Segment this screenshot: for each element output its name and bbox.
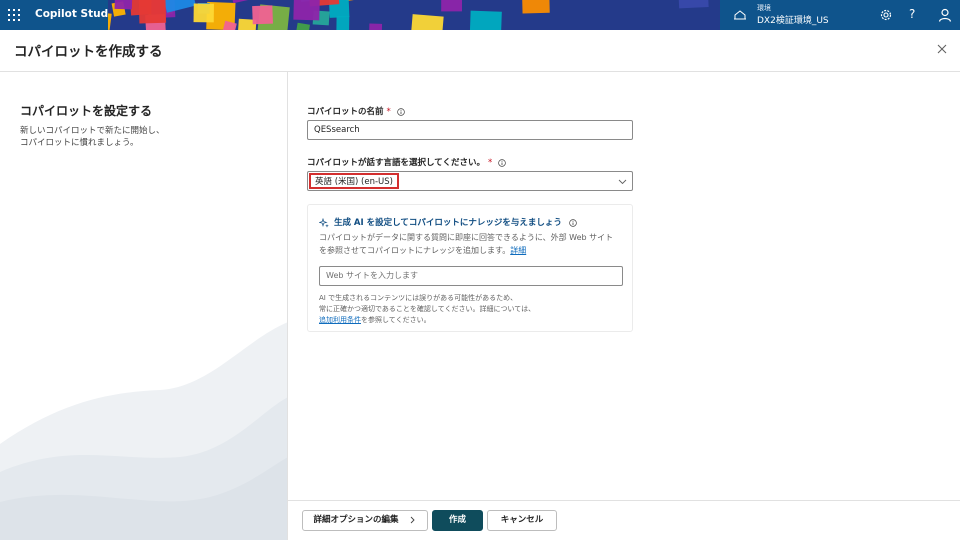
close-icon[interactable] xyxy=(935,42,949,56)
disclaimer-line: 常に正確かつ適切であることを確認してください。詳細については、 xyxy=(319,305,536,313)
name-label-row: コパイロットの名前 * xyxy=(307,105,405,117)
language-label-row: コパイロットが話す言語を選択してください。 * xyxy=(307,156,506,168)
create-button[interactable]: 作成 xyxy=(432,510,483,531)
help-icon[interactable]: ? xyxy=(909,7,915,21)
chevron-right-icon xyxy=(411,516,416,523)
disclaimer-line: AI で生成されるコンテンツには誤りがある可能性があるため、 xyxy=(319,294,518,302)
cancel-button[interactable]: キャンセル xyxy=(487,510,557,531)
language-select[interactable]: 英語 (米国) (en-US) xyxy=(307,171,633,191)
environment-name: DX2検証環境_US xyxy=(757,16,829,26)
knowledge-card: 生成 AI を設定してコパイロットにナレッジを与えましょう コパイロットがデータ… xyxy=(307,204,633,332)
language-label: コパイロットが話す言語を選択してください。 xyxy=(307,158,485,168)
required-marker: * xyxy=(386,107,391,117)
disclaimer-tail: を参照してください。 xyxy=(361,316,431,324)
top-bar: Copilot Studio 環境 DX2検証環境_US ? xyxy=(0,0,960,30)
knowledge-title: 生成 AI を設定してコパイロットにナレッジを与えましょう xyxy=(333,218,562,228)
language-selected-value: 英語 (米国) (en-US) xyxy=(309,173,399,189)
account-icon[interactable] xyxy=(938,8,952,22)
ai-disclaimer: AI で生成されるコンテンツには誤りがある可能性があるため、 常に正確かつ適切で… xyxy=(319,293,619,326)
pane-divider xyxy=(287,72,288,540)
sparkle-icon xyxy=(319,217,329,228)
footer-divider xyxy=(288,500,960,501)
environment-picker[interactable]: 環境 DX2検証環境_US xyxy=(720,0,960,30)
info-icon[interactable] xyxy=(569,218,577,227)
settings-icon[interactable] xyxy=(879,8,893,22)
info-icon[interactable] xyxy=(396,107,405,116)
knowledge-desc-text: コパイロットがデータに関する質問に即座に回答できるように、外部 Web サイトを… xyxy=(319,233,614,255)
knowledge-title-row: 生成 AI を設定してコパイロットにナレッジを与えましょう xyxy=(319,216,577,228)
header-banner-image xyxy=(108,0,720,30)
learn-more-link[interactable]: 詳細 xyxy=(510,246,526,255)
advanced-options-button[interactable]: 詳細オプションの編集 xyxy=(302,510,428,531)
required-marker: * xyxy=(487,158,493,168)
knowledge-description: コパイロットがデータに関する質問に即座に回答できるように、外部 Web サイトを… xyxy=(319,232,619,257)
terms-link[interactable]: 追加利用条件 xyxy=(319,316,361,324)
left-title: コパイロットを設定する xyxy=(20,104,153,118)
left-pane: コパイロットを設定する 新しいコパイロットで新たに開始し、 コパイロットに慣れま… xyxy=(0,72,288,540)
environment-label: 環境 xyxy=(757,4,771,12)
app-launcher-icon[interactable] xyxy=(8,9,20,21)
panel-title: コパイロットを作成する xyxy=(14,44,163,60)
chevron-down-icon xyxy=(618,179,627,185)
left-description: 新しいコパイロットで新たに開始し、 コパイロットに慣れましょう。 xyxy=(20,126,165,148)
website-input[interactable]: Web サイトを入力します xyxy=(319,266,623,286)
copilot-name-input[interactable]: QESsearch xyxy=(307,120,633,140)
app-title[interactable]: Copilot Studio xyxy=(35,8,119,20)
name-label: コパイロットの名前 xyxy=(307,107,384,117)
environment-icon xyxy=(734,10,746,20)
info-icon[interactable] xyxy=(498,158,506,167)
advanced-options-label: 詳細オプションの編集 xyxy=(313,515,399,525)
